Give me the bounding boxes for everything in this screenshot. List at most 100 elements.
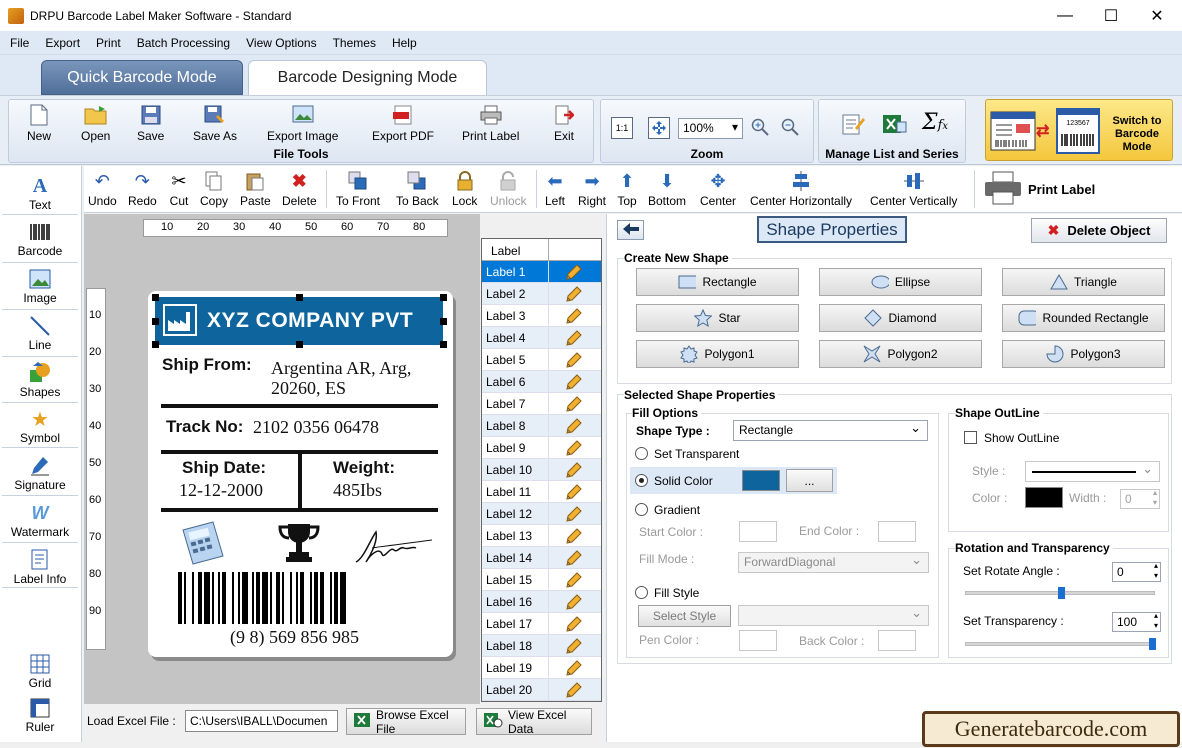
resize-handle[interactable] — [440, 318, 447, 325]
sidebar-item-ruler[interactable]: Ruler — [0, 696, 80, 734]
company-header-shape[interactable]: XYZ COMPANY PVT — [155, 297, 443, 345]
transparency-input[interactable]: 100 — [1112, 611, 1161, 632]
menu-batch-processing[interactable]: Batch Processing — [129, 36, 238, 50]
transparency-slider[interactable] — [965, 638, 1156, 650]
label-list-item[interactable]: Label 17 — [482, 613, 601, 635]
maximize-button[interactable]: ☐ — [1088, 0, 1134, 31]
solid-color-swatch[interactable] — [742, 470, 780, 491]
sidebar-item-text[interactable]: A Text — [0, 174, 80, 213]
print-label-button[interactable]: Print Label — [984, 169, 1114, 209]
sidebar-item-signature[interactable]: Signature — [0, 454, 80, 492]
star-shape-button[interactable]: Star — [636, 304, 799, 332]
pencil-edit-icon[interactable] — [566, 352, 582, 368]
pencil-edit-icon[interactable] — [566, 682, 582, 698]
rotate-slider-thumb[interactable] — [1057, 587, 1065, 599]
resize-handle[interactable] — [296, 294, 303, 301]
label-list-item[interactable]: Label 6 — [482, 371, 601, 393]
sidebar-item-shapes[interactable]: Shapes — [0, 361, 80, 399]
export-image-button[interactable]: Export Image — [267, 104, 338, 143]
excel-series-icon[interactable] — [881, 112, 907, 139]
pencil-edit-icon[interactable] — [566, 638, 582, 654]
diamond-shape-button[interactable]: Diamond — [819, 304, 982, 332]
undo-button[interactable]: ↶ Undo — [88, 170, 117, 209]
rotate-angle-input[interactable]: 0 — [1112, 561, 1161, 582]
pencil-edit-icon[interactable] — [566, 264, 582, 280]
outline-style-select[interactable] — [1025, 461, 1160, 482]
pencil-edit-icon[interactable] — [566, 484, 582, 500]
gradient-radio[interactable] — [635, 503, 648, 516]
align-top-button[interactable]: ⬆ Top — [616, 170, 638, 209]
rectangle-shape-button[interactable]: Rectangle — [636, 268, 799, 296]
label-list-item[interactable]: Label 10 — [482, 459, 601, 481]
browse-excel-file-button[interactable]: Browse Excel File — [346, 708, 466, 736]
menu-themes[interactable]: Themes — [325, 36, 384, 50]
show-outline-checkbox[interactable] — [964, 431, 977, 444]
center-horizontally-button[interactable]: Center Horizontally — [750, 170, 852, 208]
pencil-edit-icon[interactable] — [566, 616, 582, 632]
sidebar-item-image[interactable]: Image — [0, 267, 80, 305]
shape-type-select[interactable]: Rectangle — [733, 420, 928, 441]
resize-handle[interactable] — [440, 341, 447, 348]
select-style-button[interactable]: Select Style — [638, 605, 731, 627]
pencil-edit-icon[interactable] — [566, 660, 582, 676]
pencil-edit-icon[interactable] — [566, 462, 582, 478]
solid-color-picker-button[interactable]: ... — [786, 469, 833, 492]
sidebar-item-barcode[interactable]: Barcode — [0, 220, 80, 258]
label-list-item[interactable]: Label 2 — [482, 283, 601, 305]
print-label-ribbon-button[interactable]: Print Label — [462, 104, 519, 143]
label-list-item[interactable]: Label 3 — [482, 305, 601, 327]
triangle-shape-button[interactable]: Triangle — [1002, 268, 1165, 296]
label-list-item[interactable]: Label 20 — [482, 679, 601, 701]
resize-handle[interactable] — [152, 318, 159, 325]
label-list-item[interactable]: Label 14 — [482, 547, 601, 569]
open-button[interactable]: Open — [81, 104, 110, 143]
barcode-graphic[interactable] — [176, 572, 424, 624]
label-list-item[interactable]: Label 5 — [482, 349, 601, 371]
fill-style-select[interactable] — [738, 605, 929, 626]
sidebar-item-watermark[interactable]: W Watermark — [0, 501, 80, 540]
label-list-item[interactable]: Label 13 — [482, 525, 601, 547]
ellipse-shape-button[interactable]: Ellipse — [819, 268, 982, 296]
sidebar-item-line[interactable]: Line — [0, 314, 80, 352]
fit-to-window-icon[interactable] — [648, 117, 670, 139]
center-vertically-button[interactable]: Center Vertically — [870, 170, 957, 208]
solid-color-radio[interactable] — [635, 474, 648, 487]
align-right-button[interactable]: ➡ Right — [578, 170, 606, 209]
back-color-swatch[interactable] — [878, 630, 916, 651]
pencil-edit-icon[interactable] — [566, 506, 582, 522]
label-list-item[interactable]: Label 7 — [482, 393, 601, 415]
resize-handle[interactable] — [296, 341, 303, 348]
actual-size-icon[interactable]: 1:1 — [611, 117, 633, 139]
redo-button[interactable]: ↷ Redo — [128, 170, 157, 209]
pencil-edit-icon[interactable] — [566, 330, 582, 346]
excel-file-path-input[interactable]: C:\Users\IBALL\Documen — [185, 710, 338, 732]
menu-export[interactable]: Export — [37, 36, 88, 50]
new-button[interactable]: New — [27, 104, 51, 143]
minimize-button[interactable]: — — [1042, 0, 1088, 31]
fill-mode-select[interactable]: ForwardDiagonal — [738, 552, 929, 573]
zoom-out-icon[interactable] — [781, 118, 799, 139]
zoom-select[interactable]: 100% — [678, 118, 743, 139]
pencil-edit-icon[interactable] — [566, 374, 582, 390]
pencil-edit-icon[interactable] — [566, 418, 582, 434]
polygon3-shape-button[interactable]: Polygon3 — [1002, 340, 1165, 368]
label-list-item[interactable]: Label 15 — [482, 569, 601, 591]
pencil-edit-icon[interactable] — [566, 594, 582, 610]
menu-view-options[interactable]: View Options — [238, 36, 324, 50]
exit-button[interactable]: Exit — [552, 104, 576, 143]
save-button[interactable]: Save — [137, 104, 164, 143]
resize-handle[interactable] — [440, 294, 447, 301]
rotate-angle-slider[interactable] — [965, 587, 1155, 599]
sidebar-item-grid[interactable]: Grid — [0, 652, 80, 690]
rounded-rectangle-shape-button[interactable]: Rounded Rectangle — [1002, 304, 1165, 332]
tab-barcode-designing-mode[interactable]: Barcode Designing Mode — [248, 60, 487, 95]
copy-button[interactable]: Copy — [200, 170, 228, 208]
manage-list-icon[interactable] — [841, 112, 865, 139]
lock-button[interactable]: Lock — [452, 170, 477, 208]
delete-object-button[interactable]: ✖ Delete Object — [1031, 218, 1167, 243]
cut-button[interactable]: ✂ Cut — [168, 170, 190, 209]
label-list-item[interactable]: Label 19 — [482, 657, 601, 679]
pencil-edit-icon[interactable] — [566, 550, 582, 566]
fill-style-radio[interactable] — [635, 586, 648, 599]
align-bottom-button[interactable]: ⬇ Bottom — [648, 170, 686, 209]
